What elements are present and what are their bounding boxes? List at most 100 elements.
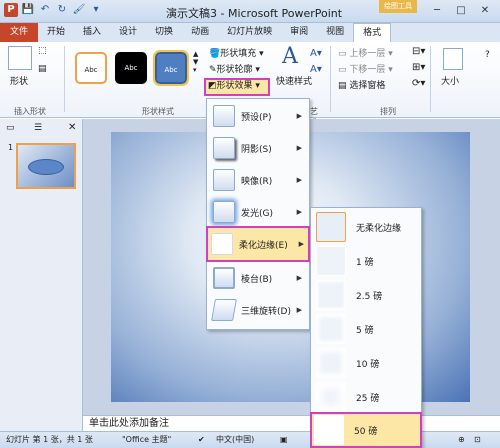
menu-item-preset[interactable]: 预设(P) ▶ bbox=[209, 101, 307, 131]
shape-outline-button[interactable]: ✎形状轮廓 ▾ bbox=[209, 62, 260, 75]
shape-styles-group-label: 形状样式 bbox=[142, 107, 174, 116]
slide-thumbnail[interactable] bbox=[16, 143, 76, 189]
align-icon[interactable]: ⊟▾ bbox=[412, 46, 425, 57]
arrange-group-label: 排列 bbox=[380, 107, 396, 116]
soft-edge-2-5pt[interactable]: 2.5 磅 bbox=[313, 278, 419, 312]
shape-fill-button[interactable]: 🪣形状填充 ▾ bbox=[209, 46, 264, 59]
soft-edge-25pt-icon bbox=[316, 382, 346, 412]
status-bar: 幻灯片 第 1 张，共 1 张 "Office 主题" ✔ 中文(中国) ▣ ⊕… bbox=[0, 431, 500, 448]
minimize-icon[interactable]: ─ bbox=[426, 3, 448, 19]
zoom-in-icon[interactable]: ⊕ bbox=[458, 432, 465, 448]
close-panel-icon[interactable]: ✕ bbox=[68, 122, 76, 133]
outline-icon: ✎ bbox=[209, 65, 217, 75]
tab-home[interactable]: 开始 bbox=[38, 23, 74, 42]
glow-icon bbox=[213, 201, 235, 223]
insert-shapes-group-label: 插入形状 bbox=[14, 107, 46, 116]
menu-item-glow[interactable]: 发光(G) ▶ bbox=[209, 197, 307, 227]
shapes-gallery-icon[interactable] bbox=[8, 46, 32, 70]
undo-icon[interactable]: ↶ bbox=[38, 3, 52, 17]
quick-access-toolbar: P 💾 ↶ ↻ 🖌 ▾ bbox=[4, 3, 103, 17]
submenu-arrow-icon: ▶ bbox=[296, 306, 302, 314]
text-outline-icon[interactable]: A▾ bbox=[310, 64, 322, 75]
help-icon[interactable]: ? bbox=[485, 50, 490, 60]
drawing-tools-context-label: 绘图工具 bbox=[379, 0, 417, 13]
language-status[interactable]: 中文(中国) bbox=[216, 432, 254, 448]
slide-count-status: 幻灯片 第 1 张，共 1 张 bbox=[6, 435, 93, 444]
soft-edge-50pt[interactable]: 50 磅 bbox=[310, 412, 422, 448]
send-backward-button[interactable]: ▭ 下移一层 ▾ bbox=[338, 62, 393, 75]
soft-edge-5pt-icon bbox=[316, 314, 346, 344]
tab-view[interactable]: 视图 bbox=[317, 23, 353, 42]
3d-rotation-icon bbox=[211, 299, 237, 321]
title-bar: P 💾 ↶ ↻ 🖌 ▾ 演示文稿3 - Microsoft PowerPoint… bbox=[0, 0, 500, 23]
fit-window-icon[interactable]: ⊡ bbox=[474, 432, 481, 448]
rotate-icon[interactable]: ⟳▾ bbox=[412, 78, 425, 89]
thumbnail-ellipse bbox=[28, 159, 64, 175]
submenu-arrow-icon: ▶ bbox=[298, 240, 304, 248]
slide-number: 1 bbox=[8, 143, 14, 152]
shape-style-2[interactable]: Abc bbox=[115, 52, 147, 84]
soft-edge-1pt-icon bbox=[316, 246, 346, 276]
shape-style-1[interactable]: Abc bbox=[75, 52, 107, 84]
gallery-scroll-icon[interactable]: ▲ ▼ ▾ bbox=[193, 50, 198, 74]
soft-edges-submenu: 无柔化边缘 1 磅 2.5 磅 5 磅 10 磅 25 磅 50 磅 bbox=[310, 207, 422, 448]
quick-styles-button[interactable]: 快速样式 bbox=[276, 74, 312, 87]
tab-animations[interactable]: 动画 bbox=[182, 23, 218, 42]
text-box-icon[interactable]: ▤ bbox=[38, 64, 52, 76]
bevel-icon bbox=[213, 267, 235, 289]
submenu-arrow-icon: ▶ bbox=[296, 144, 302, 152]
selection-pane-button[interactable]: ▤ 选择窗格 bbox=[338, 78, 385, 91]
notes-pane[interactable]: 单击此处添加备注 bbox=[83, 415, 500, 431]
soft-edge-5pt[interactable]: 5 磅 bbox=[313, 312, 419, 346]
fill-icon: 🪣 bbox=[209, 49, 221, 59]
menu-item-shadow[interactable]: 阴影(S) ▶ bbox=[209, 133, 307, 163]
group-icon[interactable]: ⊞▾ bbox=[412, 62, 425, 73]
spellcheck-icon[interactable]: ✔ bbox=[198, 432, 205, 448]
tab-design[interactable]: 设计 bbox=[110, 23, 146, 42]
menu-item-reflection[interactable]: 映像(R) ▶ bbox=[209, 165, 307, 195]
tab-slideshow[interactable]: 幻灯片放映 bbox=[218, 23, 281, 42]
tab-insert[interactable]: 插入 bbox=[74, 23, 110, 42]
soft-edge-10pt-icon bbox=[316, 348, 346, 378]
customize-qat-icon[interactable]: ▾ bbox=[89, 3, 103, 17]
soft-edge-25pt[interactable]: 25 磅 bbox=[313, 380, 419, 414]
slide-thumbnails-panel: ▭ ☰ ✕ 1 bbox=[0, 119, 83, 431]
soft-edge-50pt-icon bbox=[314, 415, 344, 445]
menu-item-3d-rotation[interactable]: 三维旋转(D) ▶ bbox=[209, 295, 307, 325]
size-icon[interactable] bbox=[443, 48, 463, 70]
shape-effects-menu: 预设(P) ▶ 阴影(S) ▶ 映像(R) ▶ 发光(G) ▶ 柔化边缘(E) ▶ 棱台(… bbox=[206, 98, 310, 330]
shape-button-label[interactable]: 形状 bbox=[10, 74, 28, 87]
outline-tab-icon[interactable]: ☰ bbox=[34, 123, 42, 133]
tab-transitions[interactable]: 切换 bbox=[146, 23, 182, 42]
menu-item-bevel[interactable]: 棱台(B) ▶ bbox=[209, 263, 307, 293]
submenu-arrow-icon: ▶ bbox=[296, 112, 302, 120]
redo-icon[interactable]: ↻ bbox=[55, 3, 69, 17]
menu-item-soft-edges[interactable]: 柔化边缘(E) ▶ bbox=[206, 226, 310, 262]
tab-review[interactable]: 审阅 bbox=[281, 23, 317, 42]
soft-edges-icon bbox=[211, 233, 233, 255]
size-button[interactable]: 大小 bbox=[441, 74, 459, 87]
soft-edge-1pt[interactable]: 1 磅 bbox=[313, 244, 419, 278]
tab-format[interactable]: 格式 bbox=[353, 22, 392, 43]
maximize-icon[interactable]: □ bbox=[450, 3, 472, 19]
powerpoint-app-icon[interactable]: P bbox=[4, 3, 18, 17]
bring-forward-button[interactable]: ▭ 上移一层 ▾ bbox=[338, 46, 393, 59]
close-icon[interactable]: ✕ bbox=[474, 3, 496, 19]
shape-effects-button[interactable]: ◩形状效果 ▾ bbox=[204, 78, 270, 96]
soft-edge-none[interactable]: 无柔化边缘 bbox=[313, 210, 419, 244]
format-painter-icon[interactable]: 🖌 bbox=[72, 3, 86, 17]
save-icon[interactable]: 💾 bbox=[21, 3, 35, 17]
theme-status: "Office 主题" bbox=[122, 435, 172, 444]
edit-shape-icon[interactable]: ⬚ bbox=[38, 46, 52, 58]
slides-tab-icon[interactable]: ▭ bbox=[6, 123, 15, 133]
quick-styles-icon[interactable]: A bbox=[282, 44, 298, 69]
normal-view-icon[interactable]: ▣ bbox=[280, 432, 288, 448]
preset-icon bbox=[213, 105, 235, 127]
submenu-arrow-icon: ▶ bbox=[296, 274, 302, 282]
ribbon-tabs: 文件 开始 插入 设计 切换 动画 幻灯片放映 审阅 视图 格式 bbox=[0, 22, 500, 43]
soft-edge-10pt[interactable]: 10 磅 bbox=[313, 346, 419, 380]
tab-file[interactable]: 文件 bbox=[0, 23, 38, 42]
submenu-arrow-icon: ▶ bbox=[296, 208, 302, 216]
shape-style-3[interactable]: Abc bbox=[153, 50, 189, 86]
text-fill-icon[interactable]: A▾ bbox=[310, 48, 322, 59]
